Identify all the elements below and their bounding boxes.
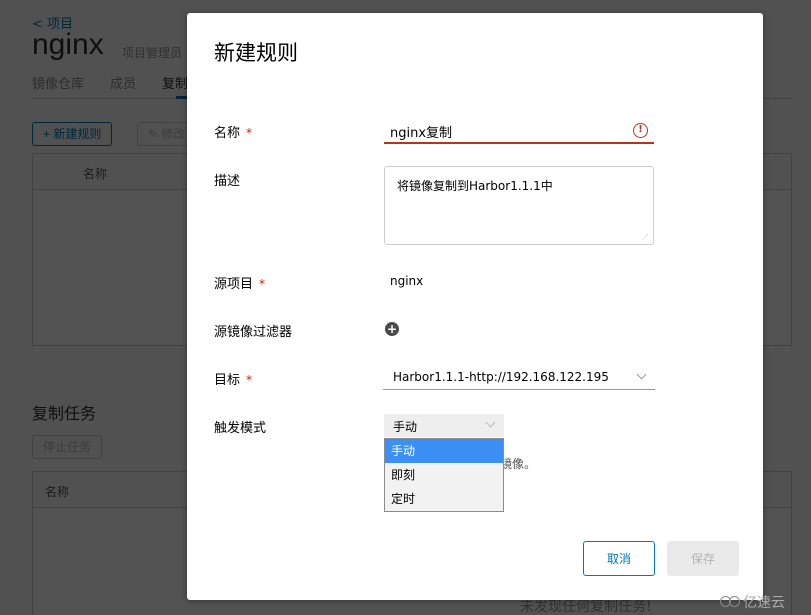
target-select[interactable]: Harbor1.1.1-http://192.168.122.195	[383, 366, 655, 390]
trigger-mode-select[interactable]: 手动	[384, 414, 504, 437]
description-label: 描述	[214, 174, 241, 189]
target-label: 目标 *	[214, 369, 252, 388]
trigger-mode-hint: 镜像。	[500, 457, 537, 471]
required-marker: *	[246, 373, 253, 387]
trigger-option-manual[interactable]: 手动	[385, 439, 503, 463]
trigger-option-scheduled[interactable]: 定时	[385, 487, 503, 511]
chevron-down-icon	[485, 417, 496, 428]
source-project-value: nginx	[390, 274, 424, 288]
trigger-mode-value: 手动	[393, 420, 418, 434]
trigger-option-immediate[interactable]: 即刻	[385, 463, 503, 487]
source-project-label: 源项目 *	[214, 273, 265, 292]
save-button[interactable]: 保存	[667, 541, 739, 576]
target-label-text: 目标	[214, 373, 241, 388]
source-filter-label: 源镜像过滤器	[214, 325, 293, 340]
name-input[interactable]	[384, 120, 624, 142]
watermark: 亿速云	[720, 592, 785, 612]
watermark-text: 亿速云	[743, 595, 785, 611]
cloud-logo-icon	[720, 596, 740, 608]
source-project-label-text: 源项目	[214, 277, 254, 292]
resize-grip-icon[interactable]: ⋰	[642, 233, 650, 241]
add-filter-plus-icon[interactable]: +	[385, 322, 399, 336]
new-rule-modal: 新建规则 名称* ! 描述 ⋰ 源项目* nginx 源镜像过滤器 + 目标* …	[187, 13, 763, 600]
trigger-mode-label: 触发模式	[214, 421, 267, 436]
name-label: 名称 *	[214, 122, 252, 141]
target-select-value: Harbor1.1.1-http://192.168.122.195	[393, 370, 609, 384]
name-field-wrapper: !	[384, 120, 654, 144]
required-marker: *	[246, 126, 253, 140]
cancel-button[interactable]: 取消	[583, 541, 655, 576]
error-icon: !	[633, 123, 648, 138]
required-marker: *	[259, 277, 266, 291]
description-textarea[interactable]	[384, 166, 654, 245]
chevron-down-icon	[636, 369, 647, 380]
name-label-text: 名称	[214, 126, 241, 141]
trigger-mode-dropdown: 手动 即刻 定时	[384, 438, 504, 512]
modal-title: 新建规则	[214, 41, 298, 65]
